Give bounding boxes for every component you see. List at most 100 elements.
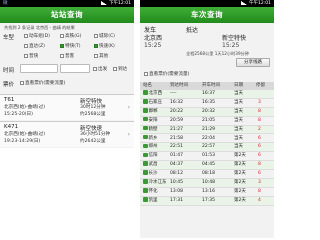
station-to-station-screen: 微 下午12:01 站站查询 共找到 2 条记录 北京西 - 曲靖 的结果 车型… <box>0 0 134 238</box>
cell-arrive: ---- <box>170 91 177 96</box>
station-name: 邯郸 <box>148 108 158 114</box>
table-header: 站名 到达时间 开车时间 日期 停留 <box>140 82 274 90</box>
col-depart: 开车时间 <box>202 83 220 88</box>
station-name: 北京西 <box>148 91 163 96</box>
status-right: 午午12:01 <box>241 0 271 7</box>
cell-stop: 4 <box>258 197 261 203</box>
station-icon <box>143 116 148 122</box>
option-pukuai[interactable]: 普快 <box>24 53 38 59</box>
cell-depart: 21:05 <box>202 117 215 123</box>
checkbox-icon <box>93 66 97 71</box>
col-day: 日期 <box>234 83 243 88</box>
cell-station: 怀化 <box>143 188 158 197</box>
table-row: 武昌 04:37 04:45 第2天 8 <box>140 161 274 171</box>
checkbox-icon <box>144 71 148 76</box>
col-arrive: 到达时间 <box>170 83 188 88</box>
cell-station: 长沙 <box>143 170 158 179</box>
checkbox-icon <box>113 66 117 71</box>
cell-station: 安阳 <box>143 116 158 126</box>
station-icon <box>143 134 148 140</box>
option-tekuai[interactable]: 特快(T) <box>60 43 81 49</box>
travel-note: 全程2568公里 1天12小时39分钟 <box>186 51 249 56</box>
cell-stop: 3 <box>258 99 261 105</box>
station-name: 凯里 <box>148 197 158 203</box>
option-gaotie[interactable]: 高铁(G) <box>60 33 81 39</box>
station-name: 怀化 <box>148 188 158 194</box>
cell-station: 新乡 <box>143 134 158 144</box>
depart-station: 北京西 <box>144 35 163 42</box>
cell-depart: 01:53 <box>202 153 215 159</box>
time-start-field[interactable] <box>20 64 58 73</box>
option-zhida[interactable]: 直达(Z) <box>24 43 45 49</box>
cell-station: 邯郸 <box>143 108 158 117</box>
station-icon <box>143 161 148 166</box>
status-left: 微 <box>3 1 8 6</box>
cell-arrive: 22:51 <box>170 144 183 150</box>
time-label: 时间 <box>3 68 15 74</box>
result-item[interactable]: T61 新空特快 北京西(始)-曲靖(过) 30时12分钟 15:25-20(日… <box>0 94 134 120</box>
cell-depart: 17:35 <box>202 197 215 203</box>
cell-depart: 16:37 <box>202 91 215 96</box>
station-name: 武昌 <box>148 162 158 168</box>
cell-arrive: 21:58 <box>170 135 183 141</box>
cell-depart: 04:45 <box>202 162 215 168</box>
option-depart[interactable]: 出发 <box>93 66 107 72</box>
station-icon <box>143 99 148 104</box>
page-title: 车次查询 <box>140 7 274 23</box>
option-kuaisu[interactable]: 快速(K) <box>94 43 115 49</box>
table-row: 怀化 13:08 13:16 第2天 8 <box>140 188 274 197</box>
distance: 约2642公里 <box>80 139 106 144</box>
arrive-station: 新空特快 <box>222 35 247 42</box>
cell-day: 当天 <box>234 108 243 114</box>
page-title: 站站查询 <box>0 7 134 23</box>
station-icon <box>143 188 148 193</box>
option-dongche[interactable]: 动车组(D) <box>24 33 50 39</box>
checkbox-icon <box>60 53 64 58</box>
table-row: 冷水江东 10:45 10:48 第2天 3 <box>140 179 274 188</box>
cell-stop: 6 <box>258 135 261 141</box>
status-right: 下午12:01 <box>101 0 131 7</box>
table-row: 新乡 21:58 22:04 当天 6 <box>140 134 274 144</box>
fare-checkbox[interactable]: 直看票价(需要流量) <box>144 71 189 77</box>
result-item[interactable]: K471 新空快速 北京西(始)-曲靖(过) 36小时51分钟 19:23-14… <box>0 121 134 147</box>
station-icon <box>143 170 148 175</box>
table-row: 邯郸 20:22 20:32 当天 8 <box>140 107 274 117</box>
chevron-right-icon: › <box>127 131 130 138</box>
cell-day: 当天 <box>234 99 243 105</box>
cell-day: 当天 <box>234 126 243 132</box>
fare-label: 票价 <box>3 82 15 88</box>
signal-icon <box>101 0 108 5</box>
distance: 约2568公里 <box>80 112 106 117</box>
result-summary: 共找到 2 条记录 北京西 - 曲靖 的结果 <box>4 25 75 30</box>
option-arrive[interactable]: 到达 <box>113 66 127 72</box>
cell-depart: 22:57 <box>202 144 215 150</box>
station-name: 鹤壁 <box>148 126 158 132</box>
table-row: 信阳 01:47 01:53 第2天 6 <box>140 152 274 162</box>
table-row: 北京西 ---- 16:37 当天 <box>140 90 274 99</box>
cell-stop: 8 <box>258 188 261 194</box>
status-time: 下午12:01 <box>109 1 131 6</box>
share-route-button[interactable]: 分享线路 <box>236 58 270 67</box>
cell-depart: 22:04 <box>202 135 215 141</box>
checkbox-icon <box>24 53 28 58</box>
station-name: 冷水江东 <box>148 180 167 185</box>
station-name: 石家庄 <box>148 99 163 105</box>
route: 北京西(始)-曲靖(过) <box>4 132 45 137</box>
checkbox-checked-icon <box>94 43 98 48</box>
option-qita[interactable]: 其他 <box>94 53 108 59</box>
cell-stop: 3 <box>258 180 261 185</box>
option-chengji[interactable]: 城际(C) <box>94 33 115 39</box>
table-row: 安阳 20:59 21:05 当天 8 <box>140 116 274 126</box>
checkbox-icon <box>94 33 98 38</box>
cell-arrive: 17:31 <box>170 197 183 203</box>
cell-station: 鹤壁 <box>143 125 158 135</box>
time-end-field[interactable] <box>60 64 90 73</box>
cell-day: 第2天 <box>234 197 246 203</box>
station-name: 安阳 <box>148 117 158 123</box>
option-puke[interactable]: 普客 <box>60 53 74 59</box>
cell-station: 武昌 <box>143 161 158 170</box>
fare-checkbox[interactable]: 直看票价(需要流量) <box>20 80 65 86</box>
checkbox-icon <box>94 53 98 58</box>
station-icon <box>143 143 148 149</box>
train-detail-screen: 午午12:01 车次查询 发车 北京西 15:25 抵达 新空特快 15:25 … <box>140 0 274 238</box>
